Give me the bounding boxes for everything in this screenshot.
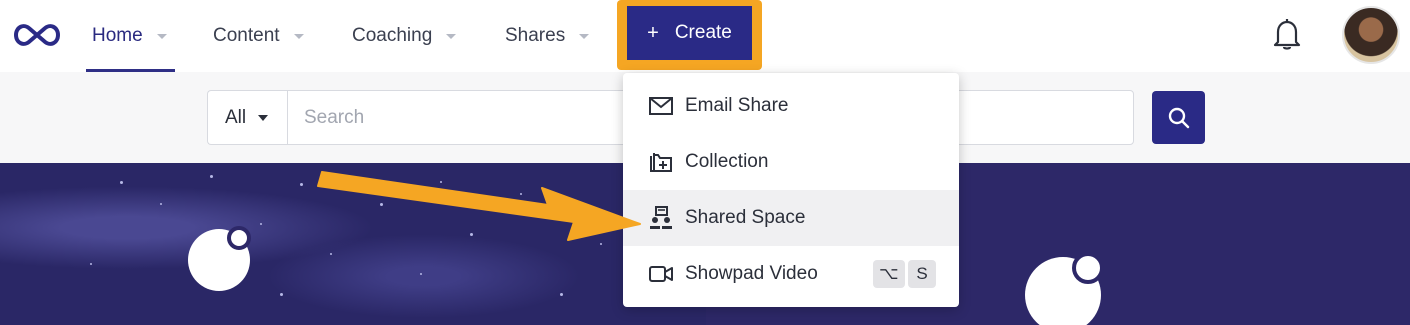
create-button-label: Create bbox=[674, 22, 732, 43]
chevron-down-icon bbox=[293, 33, 304, 39]
shared-space-icon bbox=[648, 205, 674, 231]
search-scope-select[interactable]: All bbox=[207, 90, 287, 145]
video-camera-icon bbox=[648, 261, 674, 287]
folder-plus-icon bbox=[648, 149, 674, 175]
hero-earth-image bbox=[0, 163, 706, 325]
shortcut-key-option: ⌥ bbox=[873, 260, 905, 288]
menu-item-label: Shared Space bbox=[685, 207, 806, 228]
plus-icon: + bbox=[647, 21, 659, 44]
infinity-logo-icon[interactable] bbox=[12, 18, 62, 52]
menu-item-collection[interactable]: Collection bbox=[623, 134, 959, 190]
nav-content[interactable]: Content bbox=[213, 0, 304, 72]
nav-coaching-label: Coaching bbox=[352, 25, 433, 46]
search-icon bbox=[1168, 107, 1189, 128]
chevron-down-icon bbox=[156, 33, 167, 39]
envelope-icon bbox=[648, 93, 674, 119]
decorative-orb-small bbox=[227, 226, 251, 250]
nav-shares-label: Shares bbox=[505, 25, 566, 46]
create-button[interactable]: + Create bbox=[627, 6, 752, 60]
search-button[interactable] bbox=[1152, 91, 1205, 144]
search-scope-label: All bbox=[225, 106, 247, 128]
chevron-down-icon bbox=[446, 33, 457, 39]
create-dropdown-menu: Email Share Collection Shared Space Show… bbox=[623, 73, 959, 307]
menu-item-label: Showpad Video bbox=[685, 263, 818, 284]
decorative-orb-small bbox=[1072, 252, 1104, 284]
nav-content-label: Content bbox=[213, 25, 280, 46]
menu-item-showpad-video[interactable]: Showpad Video ⌥ S bbox=[623, 246, 959, 302]
nav-shares[interactable]: Shares bbox=[505, 0, 590, 72]
avatar[interactable] bbox=[1342, 6, 1400, 64]
menu-item-shared-space[interactable]: Shared Space bbox=[623, 190, 959, 246]
menu-item-label: Email Share bbox=[685, 95, 789, 116]
shortcut-key-s: S bbox=[908, 260, 936, 288]
bell-icon[interactable] bbox=[1273, 18, 1301, 50]
nav-coaching[interactable]: Coaching bbox=[352, 0, 457, 72]
chevron-down-icon bbox=[579, 33, 590, 39]
menu-item-email-share[interactable]: Email Share bbox=[623, 78, 959, 134]
menu-item-label: Collection bbox=[685, 151, 769, 172]
create-button-highlight: + Create bbox=[617, 0, 762, 70]
nav-home-label: Home bbox=[92, 25, 143, 46]
top-navigation: Home Content Coaching Shares + Create bbox=[0, 0, 1410, 72]
chevron-down-icon bbox=[258, 114, 269, 121]
nav-home[interactable]: Home bbox=[86, 0, 175, 72]
